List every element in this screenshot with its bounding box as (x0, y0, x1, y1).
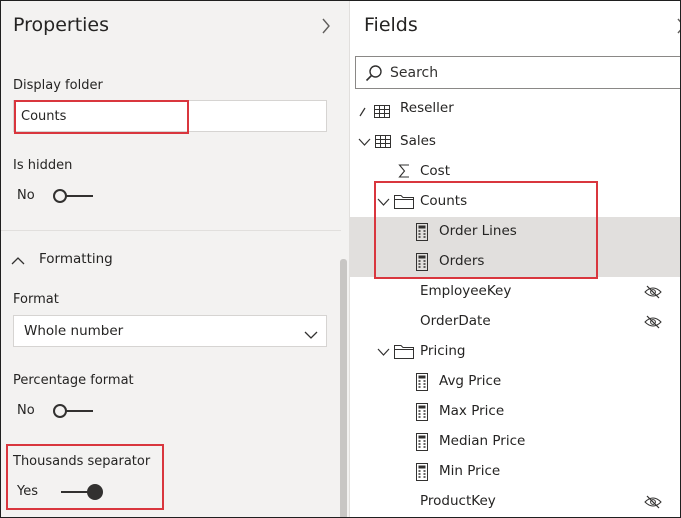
measure-row-orders[interactable]: Orders (350, 247, 680, 277)
hidden-eye-icon (644, 315, 662, 333)
chevron-down-icon (358, 138, 371, 146)
chevron-down-icon (377, 348, 390, 356)
field-row-orderdate[interactable]: OrderDate (350, 307, 680, 337)
formatting-section-header[interactable]: Formatting (11, 248, 113, 270)
list-item-label: Max Price (439, 403, 505, 419)
is-hidden-toggle[interactable] (53, 189, 95, 203)
collapse-fields-chevron-icon[interactable] (676, 18, 680, 38)
calculator-icon (416, 403, 428, 421)
fields-pane: Fields Reseller (350, 1, 680, 517)
toggle-knob (87, 484, 103, 500)
measure-row-max-price[interactable]: Max Price (350, 397, 680, 427)
table-icon (374, 105, 390, 118)
search-box[interactable] (355, 56, 680, 89)
folder-row-counts[interactable]: Counts (350, 187, 680, 217)
calculator-icon (416, 253, 428, 271)
properties-scrollbar[interactable] (340, 259, 347, 517)
format-selected-value: Whole number (24, 323, 124, 339)
toggle-track (65, 195, 93, 197)
fields-list: Reseller Sales Cost Counts Order Lines O… (350, 99, 680, 517)
calculator-icon (416, 463, 428, 481)
percentage-format-state-text: No (17, 403, 35, 418)
list-item-label: Order Lines (439, 223, 517, 239)
list-item-label: ProductKey (420, 493, 496, 509)
properties-pane: Properties Display folder Is hidden No F… (1, 1, 349, 517)
chevron-right-icon (359, 105, 367, 117)
section-divider (1, 230, 341, 231)
folder-icon (394, 344, 414, 359)
calculator-icon (416, 433, 428, 451)
folder-icon (394, 194, 414, 209)
chevron-down-icon (377, 198, 390, 206)
toggle-knob (53, 189, 67, 203)
display-folder-input[interactable] (14, 101, 326, 131)
is-hidden-state-text: No (17, 188, 35, 203)
list-item-label: Orders (439, 253, 485, 269)
formatting-section-label: Formatting (39, 251, 113, 267)
toggle-knob (53, 404, 67, 418)
field-row-cost[interactable]: Cost (350, 157, 680, 187)
list-item-label: Sales (400, 133, 436, 149)
field-row-productkey[interactable]: ProductKey (350, 487, 680, 517)
measure-row-avg-price[interactable]: Avg Price (350, 367, 680, 397)
sigma-icon (398, 163, 410, 179)
hidden-eye-icon (644, 495, 662, 513)
toggle-track (65, 410, 93, 412)
chevron-up-icon (11, 250, 25, 269)
search-icon (365, 64, 383, 86)
table-row-reseller[interactable]: Reseller (350, 99, 680, 127)
list-item-label: OrderDate (420, 313, 491, 329)
percentage-format-label: Percentage format (13, 373, 134, 388)
display-folder-field[interactable] (13, 100, 327, 132)
list-item-label: Avg Price (439, 373, 502, 389)
calculator-icon (416, 373, 428, 391)
calculator-icon (416, 223, 428, 241)
is-hidden-label: Is hidden (13, 158, 73, 173)
thousands-separator-label: Thousands separator (13, 454, 151, 469)
list-item-label: Counts (420, 193, 468, 209)
list-item-label: Min Price (439, 463, 501, 479)
field-row-employeekey[interactable]: EmployeeKey (350, 277, 680, 307)
chevron-down-icon (304, 325, 318, 344)
list-item-label: Cost (420, 163, 451, 179)
format-dropdown[interactable]: Whole number (13, 315, 327, 347)
measure-row-min-price[interactable]: Min Price (350, 457, 680, 487)
fields-title: Fields (364, 14, 418, 36)
measure-row-median-price[interactable]: Median Price (350, 427, 680, 457)
thousands-separator-state-text: Yes (17, 484, 38, 499)
table-icon (375, 135, 391, 148)
properties-title: Properties (13, 14, 110, 36)
thousands-separator-toggle[interactable] (61, 484, 105, 500)
list-item-label: Pricing (420, 343, 466, 359)
hidden-eye-icon (644, 285, 662, 303)
display-folder-label: Display folder (13, 78, 103, 93)
percentage-format-toggle[interactable] (53, 404, 95, 418)
collapse-properties-chevron-icon[interactable] (321, 18, 331, 38)
table-row-sales[interactable]: Sales (350, 127, 680, 157)
measure-row-order-lines[interactable]: Order Lines (350, 217, 680, 247)
list-item-label: Median Price (439, 433, 526, 449)
list-item-label: EmployeeKey (420, 283, 512, 299)
app-window: Properties Display folder Is hidden No F… (0, 0, 681, 518)
format-label: Format (13, 292, 59, 307)
search-input[interactable] (390, 57, 660, 88)
folder-row-pricing[interactable]: Pricing (350, 337, 680, 367)
list-item-label: Reseller (400, 100, 454, 116)
